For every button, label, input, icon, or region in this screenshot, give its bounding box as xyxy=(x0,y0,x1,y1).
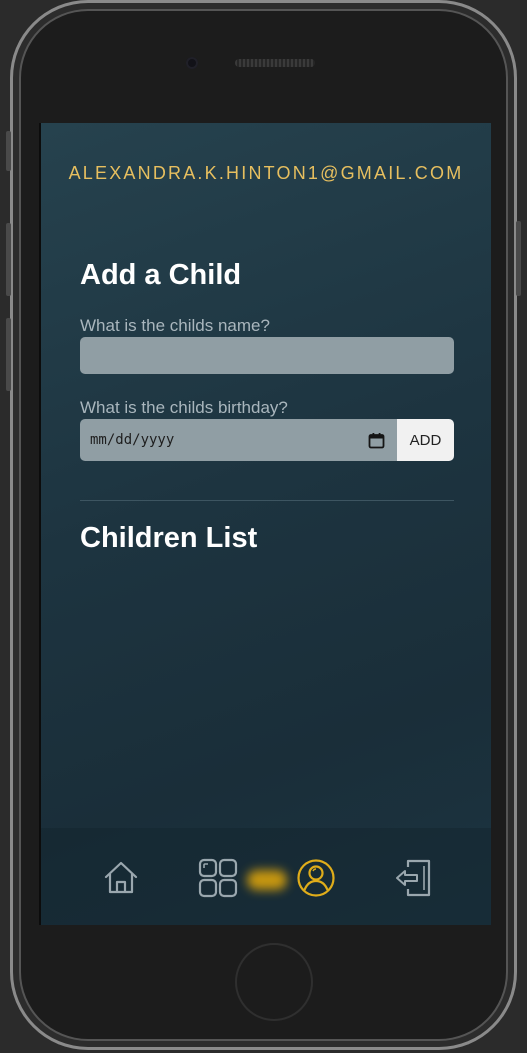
earpiece-speaker xyxy=(235,59,315,67)
child-birthday-label: What is the childs birthday? xyxy=(80,398,288,417)
front-camera xyxy=(186,57,198,69)
home-button[interactable] xyxy=(235,943,313,1021)
dashboard-icon xyxy=(198,858,238,898)
nav-dashboard[interactable] xyxy=(198,858,238,898)
birthday-placeholder: mm/dd/yyyy xyxy=(90,432,175,448)
birthday-date-input[interactable]: mm/dd/yyyy xyxy=(80,419,397,461)
nav-profile[interactable] xyxy=(296,858,336,898)
volume-down-button xyxy=(6,318,11,391)
section-divider xyxy=(80,500,454,501)
nav-logout[interactable] xyxy=(393,858,433,898)
add-child-title: Add a Child xyxy=(80,259,242,291)
logout-icon xyxy=(396,859,431,897)
volume-up-button xyxy=(6,223,11,296)
calendar-icon[interactable] xyxy=(368,432,385,449)
home-icon xyxy=(104,861,138,894)
user-email: ALEXANDRA.K.HINTON1@GMAIL.COM xyxy=(68,163,464,183)
mute-switch xyxy=(6,131,11,171)
app-screen: ALEXANDRA.K.HINTON1@GMAIL.COM Add a Chil… xyxy=(39,123,491,925)
child-name-input[interactable] xyxy=(80,337,454,374)
nav-home[interactable] xyxy=(101,858,141,898)
power-button xyxy=(516,221,521,296)
child-name-label: What is the childs name? xyxy=(80,316,270,335)
profile-icon xyxy=(297,859,335,897)
add-child-button[interactable]: ADD xyxy=(397,419,454,461)
active-tab-glow xyxy=(247,870,287,890)
children-list-title: Children List xyxy=(80,522,258,554)
bottom-nav xyxy=(41,828,491,925)
birthday-row: mm/dd/yyyy ADD xyxy=(80,419,454,461)
